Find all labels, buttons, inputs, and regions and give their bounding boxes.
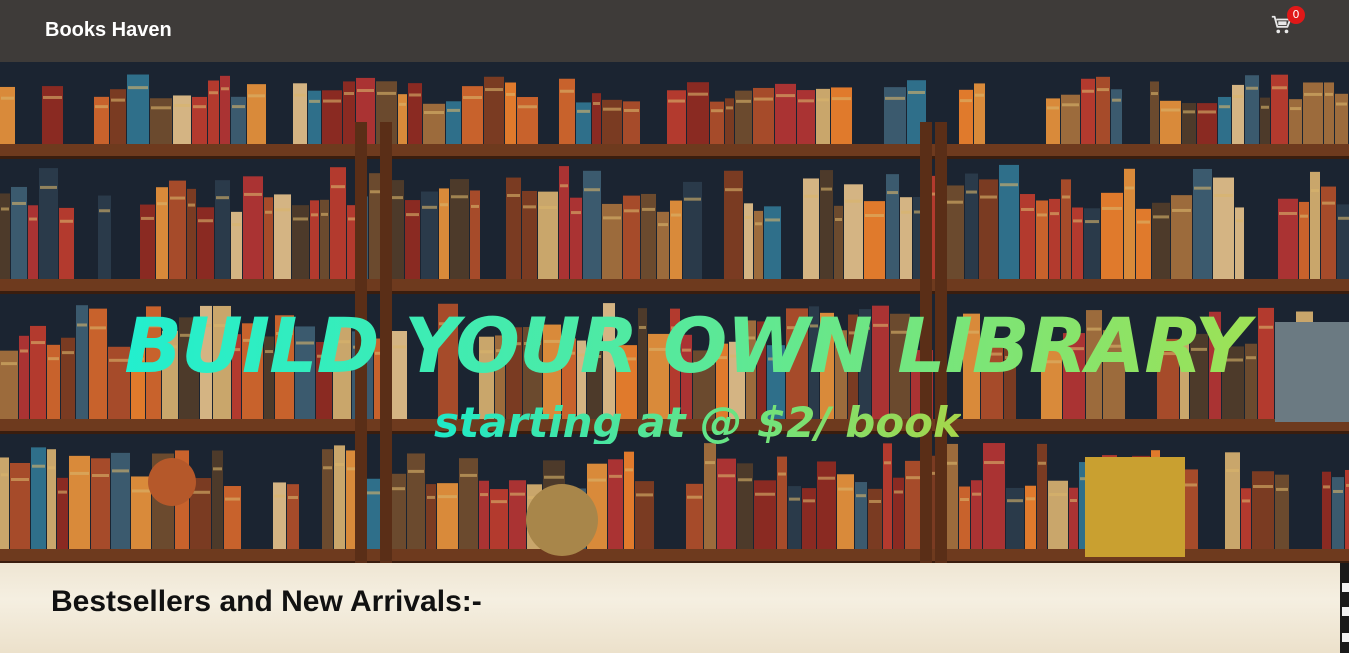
side-scroll-strip: [1340, 563, 1349, 653]
hero-banner: BUILD YOUR OWN LIBRARY starting at @ $2/…: [0, 62, 1349, 563]
hero-title: BUILD YOUR OWN LIBRARY: [0, 308, 1349, 384]
navbar: Books Haven 0: [0, 0, 1349, 62]
cart-button[interactable]: 0: [1270, 6, 1310, 44]
cart-count-badge: 0: [1287, 6, 1305, 24]
brand-logo-link[interactable]: Books Haven: [45, 19, 172, 42]
bestsellers-section: Bestsellers and New Arrivals:-: [0, 563, 1349, 653]
section-title: Bestsellers and New Arrivals:-: [51, 585, 482, 618]
hero-subtitle: starting at @ $2/ book: [434, 398, 961, 447]
